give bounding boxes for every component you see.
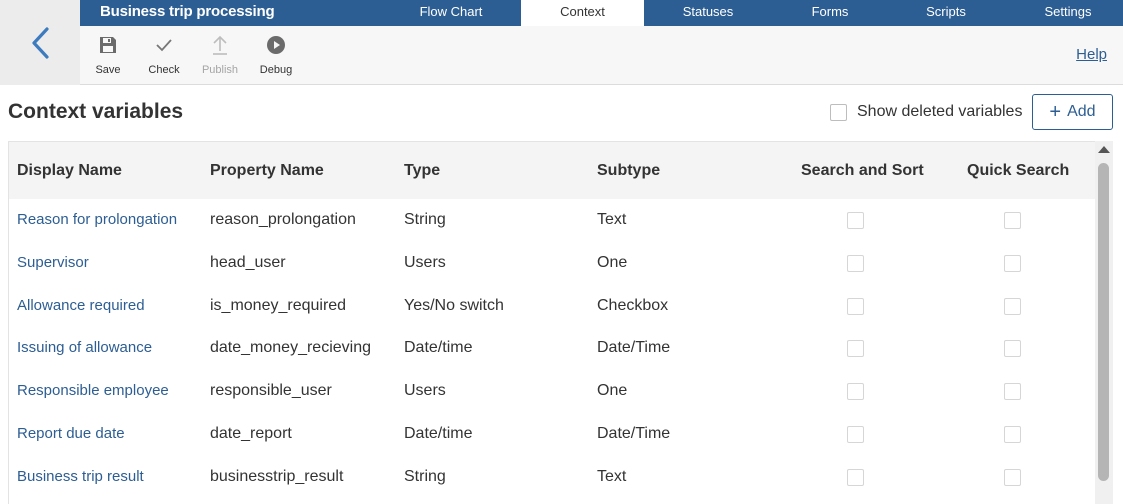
show-deleted-label: Show deleted variables xyxy=(857,103,1023,120)
search-and-sort-checkbox[interactable] xyxy=(847,383,864,401)
save-label: Save xyxy=(95,64,121,76)
quick-search-checkbox[interactable] xyxy=(1004,212,1021,229)
column-header-subtype[interactable]: Subtype xyxy=(597,162,660,180)
search-and-sort-checkbox[interactable] xyxy=(847,254,864,272)
search-and-sort-checkbox[interactable] xyxy=(847,425,864,443)
check-icon xyxy=(156,39,172,52)
back-button[interactable] xyxy=(0,0,80,85)
display-name-link[interactable]: Reason for prolongation xyxy=(17,211,177,228)
table-header: Display Name Property Name Type Subtype … xyxy=(9,142,1095,199)
property-name: reason_prolongation xyxy=(210,211,356,228)
publish-label: Publish xyxy=(201,64,239,76)
table-row[interactable]: Business trip result businesstrip_result… xyxy=(9,456,1095,499)
check-label: Check xyxy=(148,64,180,76)
table-row[interactable]: Supervisor head_user Users One xyxy=(9,242,1095,285)
quick-search-checkbox[interactable] xyxy=(1004,254,1021,272)
subtype: Date/Time xyxy=(597,424,671,442)
display-name-link[interactable]: Report due date xyxy=(17,425,125,442)
top-nav-bar: Business trip processing Flow Chart Cont… xyxy=(80,0,1123,27)
tab-settings[interactable]: Settings xyxy=(1028,0,1108,26)
play-icon xyxy=(267,36,285,54)
property-name: responsible_user xyxy=(210,382,332,400)
subtype: Text xyxy=(597,467,627,485)
quick-search-checkbox[interactable] xyxy=(1004,340,1021,358)
column-header-search-and-sort[interactable]: Search and Sort xyxy=(801,162,924,180)
search-and-sort-checkbox[interactable] xyxy=(847,212,864,229)
type: Yes/No switch xyxy=(404,296,504,314)
tab-forms[interactable]: Forms xyxy=(790,0,870,26)
quick-search-checkbox[interactable] xyxy=(1004,468,1021,486)
property-name: businesstrip_result xyxy=(210,467,344,485)
toolbar: Save Check Publish Debug Help xyxy=(80,26,1123,85)
subtype: Text xyxy=(597,211,627,228)
type: String xyxy=(404,211,446,228)
show-deleted-checkbox[interactable] xyxy=(830,103,847,121)
plus-icon: + xyxy=(1049,101,1062,123)
tab-flow-chart[interactable]: Flow Chart xyxy=(400,0,502,26)
add-label: Add xyxy=(1067,103,1096,120)
search-and-sort-checkbox[interactable] xyxy=(847,297,864,315)
type: Date/time xyxy=(404,424,473,442)
property-name: head_user xyxy=(210,253,286,271)
table-row[interactable]: Issuing of allowance date_money_recievin… xyxy=(9,327,1095,370)
subtype: One xyxy=(597,253,628,271)
check-button[interactable]: Check xyxy=(136,32,192,76)
tab-statuses[interactable]: Statuses xyxy=(660,0,756,26)
debug-button[interactable]: Debug xyxy=(248,32,304,76)
property-name: date_report xyxy=(210,424,292,442)
subtype: Date/Time xyxy=(597,339,671,357)
variables-table: Display Name Property Name Type Subtype … xyxy=(8,141,1095,504)
column-header-property-name[interactable]: Property Name xyxy=(210,162,324,180)
type: Date/time xyxy=(404,339,473,357)
table-row[interactable]: Allowance required is_money_required Yes… xyxy=(9,285,1095,328)
page-title: Context variables xyxy=(8,100,184,123)
property-name: is_money_required xyxy=(210,296,347,314)
display-name-link[interactable]: Issuing of allowance xyxy=(17,339,152,356)
tab-scripts[interactable]: Scripts xyxy=(906,0,986,26)
display-name-link[interactable]: Business trip result xyxy=(17,468,144,485)
display-name-link[interactable]: Responsible employee xyxy=(17,382,169,399)
show-deleted-toggle[interactable]: Show deleted variables xyxy=(830,103,1022,121)
display-name-link[interactable]: Allowance required xyxy=(17,297,145,314)
chevron-left-icon xyxy=(32,26,49,59)
search-and-sort-checkbox[interactable] xyxy=(847,468,864,486)
add-button[interactable]: + Add xyxy=(1032,94,1113,130)
column-header-type[interactable]: Type xyxy=(404,162,440,180)
app-title: Business trip processing xyxy=(100,3,275,20)
help-link[interactable]: Help xyxy=(1076,46,1107,63)
type: Users xyxy=(404,253,446,271)
quick-search-checkbox[interactable] xyxy=(1004,297,1021,315)
quick-search-checkbox[interactable] xyxy=(1004,383,1021,401)
scrollbar-thumb[interactable] xyxy=(1098,163,1109,481)
publish-button[interactable]: Publish xyxy=(192,32,248,76)
save-icon xyxy=(100,37,116,53)
scroll-up-arrow-icon[interactable] xyxy=(1098,146,1110,153)
debug-label: Debug xyxy=(259,64,293,76)
upload-icon xyxy=(213,35,227,55)
column-header-quick-search[interactable]: Quick Search xyxy=(967,162,1069,180)
table-row[interactable]: Responsible employee responsible_user Us… xyxy=(9,370,1095,413)
display-name-link[interactable]: Supervisor xyxy=(17,254,89,271)
search-and-sort-checkbox[interactable] xyxy=(847,340,864,358)
property-name: date_money_recieving xyxy=(210,339,371,357)
column-header-display-name[interactable]: Display Name xyxy=(17,162,122,180)
quick-search-checkbox[interactable] xyxy=(1004,425,1021,443)
subtype: Checkbox xyxy=(597,296,669,314)
table-row[interactable]: Reason for prolongation reason_prolongat… xyxy=(9,199,1095,242)
save-button[interactable]: Save xyxy=(80,32,136,76)
type: Users xyxy=(404,382,446,400)
table-row[interactable]: Report due date date_report Date/time Da… xyxy=(9,413,1095,456)
subtype: One xyxy=(597,382,628,400)
tab-context[interactable]: Context xyxy=(521,0,644,27)
type: String xyxy=(404,467,446,485)
